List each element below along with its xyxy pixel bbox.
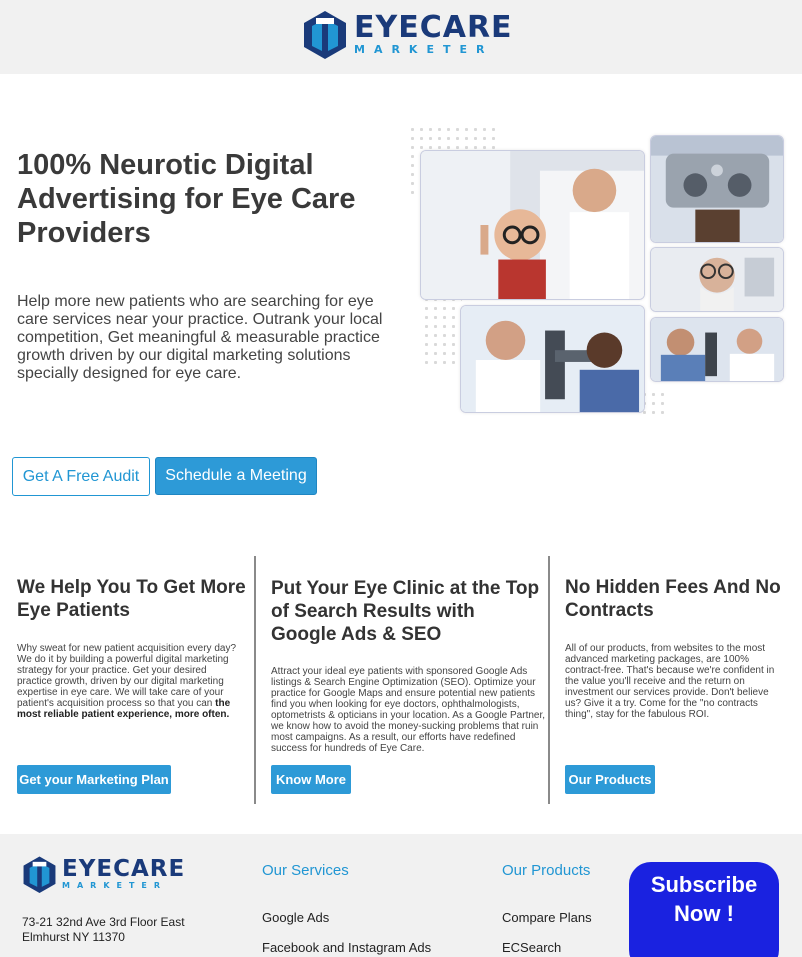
- photo-doctor-slit-lamp: [460, 305, 645, 413]
- column-divider: [254, 556, 256, 804]
- free-audit-button[interactable]: Get A Free Audit: [12, 457, 150, 496]
- marketing-plan-button[interactable]: Get your Marketing Plan: [17, 765, 171, 794]
- dot-pattern: [422, 295, 462, 365]
- hero-photo-collage: [408, 125, 798, 425]
- footer-products-heading: Our Products: [502, 862, 591, 879]
- photo-senior-trial-frame: [650, 247, 784, 312]
- address-line-2: Elmhurst NY 11370: [22, 930, 125, 944]
- column-2-text: Attract your ideal eye patients with spo…: [271, 666, 546, 754]
- footer-link-facebook-instagram-ads[interactable]: Facebook and Instagram Ads: [262, 940, 431, 955]
- footer-services-heading: Our Services: [262, 862, 349, 879]
- logo-mark-icon: [23, 856, 56, 893]
- our-products-button[interactable]: Our Products: [565, 765, 655, 794]
- column-1-text: Why sweat for new patient acquisition ev…: [17, 643, 236, 720]
- schedule-meeting-button[interactable]: Schedule a Meeting: [155, 457, 317, 495]
- photo-eye-examination: [650, 317, 784, 382]
- photo-phoropter-exam: [650, 135, 784, 243]
- photo-doctor-child-exam: [420, 150, 645, 300]
- footer-link-google-ads[interactable]: Google Ads: [262, 910, 329, 925]
- column-2-title: Put Your Eye Clinic at the Top of Search…: [271, 578, 540, 645]
- brand-word-marketer: MARKETER: [62, 881, 168, 890]
- hero-title: 100% Neurotic Digital Advertising for Ey…: [17, 149, 356, 249]
- brand-word-marketer: MARKETER: [354, 43, 494, 56]
- hero-description: Help more new patients who are searching…: [17, 293, 383, 382]
- brand-word-eyecare: EYECARE: [62, 856, 186, 882]
- column-1-title: We Help You To Get More Eye Patients: [17, 577, 246, 621]
- address-line-1: 73-21 32nd Ave 3rd Floor East: [22, 915, 185, 929]
- site-header: EYECARE MARKETER: [0, 0, 802, 74]
- footer-logo[interactable]: EYECARE MARKETER: [22, 855, 185, 893]
- logo-mark-icon: [304, 11, 346, 59]
- column-3-text: All of our products, from websites to th…: [565, 643, 775, 720]
- column-3-title: No Hidden Fees And No Contracts: [565, 577, 781, 621]
- column-divider: [548, 556, 550, 804]
- footer-link-compare-plans[interactable]: Compare Plans: [502, 910, 592, 925]
- footer-link-ecsearch[interactable]: ECSearch: [502, 940, 561, 955]
- subscribe-now-button[interactable]: Subscribe Now !: [629, 862, 779, 957]
- brand-logo[interactable]: EYECARE MARKETER: [302, 9, 513, 59]
- footer-address: 73-21 32nd Ave 3rd Floor East Elmhurst N…: [22, 915, 185, 945]
- brand-word-eyecare: EYECARE: [354, 10, 513, 45]
- know-more-button[interactable]: Know More: [271, 765, 351, 794]
